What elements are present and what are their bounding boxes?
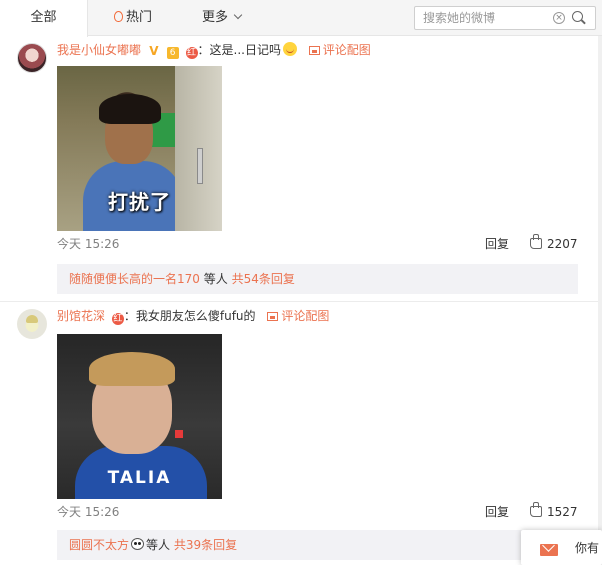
comment-image[interactable]: 打扰了 (57, 66, 222, 231)
image-hair (99, 94, 161, 124)
panda-emoji-icon (131, 538, 145, 550)
tab-all[interactable]: 全部 (0, 0, 88, 37)
sub-replies-box[interactable]: 圆圆不太方 等人 共39条回复 (57, 530, 578, 560)
comment-username[interactable]: 别馆花深 (57, 309, 105, 323)
like-button[interactable]: 1527 (530, 502, 578, 521)
message-popup[interactable]: 你有 (521, 530, 602, 565)
mail-icon (540, 544, 558, 556)
sub-reply-user[interactable]: 随随便便长高的一名170 (69, 272, 200, 286)
image-hair (89, 352, 175, 386)
comment-image-link[interactable]: 评论配图 (308, 43, 371, 57)
divider (0, 301, 602, 302)
image-door-handle (197, 148, 203, 184)
verified-badge-icon: V (149, 44, 159, 58)
sub-reply-count[interactable]: 共39条回复 (174, 538, 237, 552)
sub-reply-middle: 等人 (203, 272, 228, 286)
image-icon (308, 46, 320, 55)
avatar[interactable] (17, 43, 47, 73)
comment-time: 今天 15:26 (57, 505, 120, 519)
like-count: 1527 (547, 505, 578, 519)
comment-text: 我女朋友怎么傻fufu的 (135, 309, 256, 323)
level-badge-icon: 6 (166, 47, 179, 59)
heart-badge-icon: 红 (185, 47, 198, 59)
sub-reply-middle: 等人 (146, 538, 171, 552)
tab-hot[interactable]: 热门 (114, 0, 152, 36)
search-box: × (414, 6, 596, 30)
tab-hot-label: 热门 (126, 10, 153, 25)
colon: ： (197, 43, 210, 57)
fire-icon (114, 11, 123, 22)
sub-reply-user[interactable]: 圆圆不太方 (69, 538, 129, 552)
heart-badge-icon: 红 (111, 313, 124, 325)
avatar[interactable] (17, 309, 47, 339)
comment-header: 别馆花深 红：我女朋友怎么傻fufu的 评论配图 (57, 307, 329, 325)
comment-username[interactable]: 我是小仙女嘟嘟 (57, 43, 141, 57)
popup-text: 你有 (575, 541, 600, 555)
image-caption: TALIA (107, 468, 172, 488)
chevron-down-icon (233, 10, 243, 20)
reply-button[interactable]: 回复 (485, 503, 509, 521)
comment-text: 这是...日记吗 (209, 43, 281, 57)
sub-reply-count[interactable]: 共54条回复 (232, 272, 295, 286)
image-flag (175, 430, 183, 438)
comment-image-link-label: 评论配图 (281, 309, 330, 323)
thumbs-up-icon (530, 502, 542, 517)
tab-more[interactable]: 更多 (202, 0, 243, 36)
comment-image-link-label: 评论配图 (322, 43, 371, 57)
clear-icon[interactable]: × (553, 12, 565, 24)
comment-image-link[interactable]: 评论配图 (267, 309, 329, 323)
comment-header: 我是小仙女嘟嘟 V 6 红：这是...日记吗 评论配图 (57, 41, 371, 59)
thumbs-up-icon (530, 234, 542, 249)
like-button[interactable]: 2207 (530, 234, 578, 253)
image-caption: 打扰了 (108, 190, 171, 214)
scrollbar[interactable] (598, 36, 602, 565)
comment-image[interactable]: TALIA (57, 334, 222, 499)
reply-button[interactable]: 回复 (485, 235, 509, 253)
colon: ： (123, 309, 136, 323)
comment-time: 今天 15:26 (57, 237, 120, 251)
sub-replies-box[interactable]: 随随便便长高的一名170 等人 共54条回复 (57, 264, 578, 294)
laughing-emoji-icon (282, 42, 297, 56)
tab-more-label: 更多 (202, 10, 229, 25)
search-icon[interactable] (572, 11, 583, 22)
search-input[interactable] (415, 7, 555, 29)
like-count: 2207 (547, 237, 578, 251)
tab-bar: 全部 热门 更多 × (0, 0, 602, 37)
tab-all-label: 全部 (30, 10, 57, 25)
image-icon (267, 312, 279, 321)
